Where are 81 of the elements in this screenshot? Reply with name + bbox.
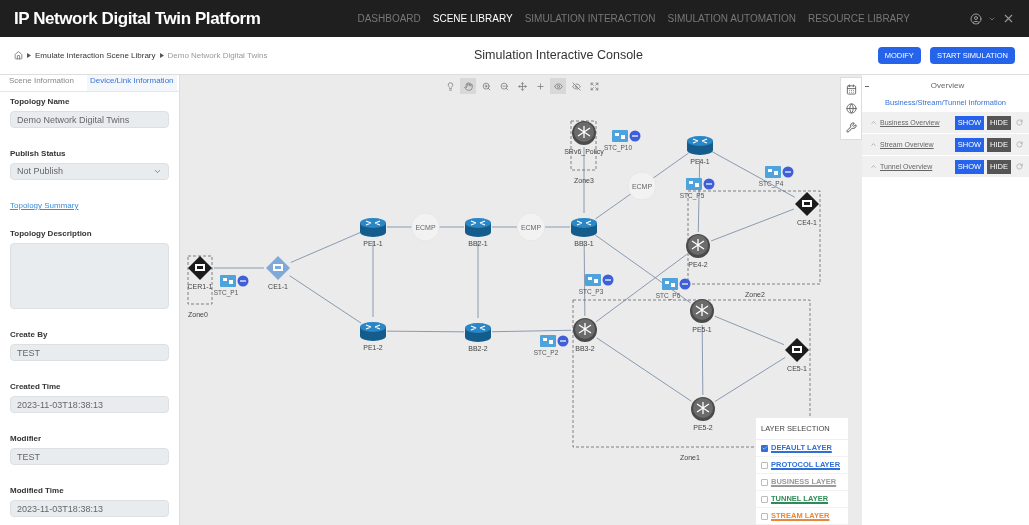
port-icon[interactable] [662,278,678,290]
text-field[interactable]: TEST [10,448,169,465]
router-icon[interactable] [465,323,491,342]
panel-tab[interactable]: Device/Link Information [86,75,177,91]
field-label: Modifier [10,433,43,445]
caret-icon[interactable] [870,141,877,149]
description-field[interactable] [10,243,169,309]
text-field[interactable]: 2023-11-03T18:38:13 [10,500,169,517]
text-field[interactable]: TEST [10,344,169,361]
breadcrumb-link[interactable]: Emulate Interaction Scene Library [35,49,156,62]
layer-checkbox[interactable] [761,461,768,469]
refresh-icon[interactable] [1016,163,1023,171]
panel-title: Overview [929,80,966,92]
status-dropdown[interactable]: Not Publish [10,163,169,180]
switch-icon[interactable] [785,338,809,362]
refresh-icon[interactable] [1016,141,1023,149]
home-icon[interactable] [14,51,23,60]
zone-frame [187,255,213,305]
layer-checkbox[interactable] [761,495,768,503]
remove-icon[interactable] [782,166,794,178]
chevron-down-icon [153,167,162,176]
router-icon[interactable] [691,397,715,421]
layer-checkbox[interactable] [761,444,768,452]
remove-icon[interactable] [679,278,691,290]
field-label: Publish Status [10,148,67,160]
router-icon[interactable] [465,218,491,237]
text-field[interactable]: Demo Network Digital Twins [10,111,169,128]
router-icon[interactable] [690,299,714,323]
nav-tab[interactable]: SIMULATION AUTOMATION [667,11,796,26]
wrench-icon[interactable] [845,122,857,133]
user-icon[interactable] [970,12,982,25]
caret-icon[interactable] [870,119,877,127]
nav-tab[interactable]: RESOURCE LIBRARY [807,11,910,26]
link-line[interactable] [711,151,796,198]
refresh-icon[interactable] [1016,119,1023,127]
router-icon[interactable] [573,318,597,342]
summary-link[interactable]: Topology Summary [10,200,79,212]
breadcrumb-link[interactable]: Demo Network Digital Twins [167,49,268,62]
nav-tab[interactable]: DASHBOARD [357,11,421,26]
text-field[interactable]: 2023-11-03T18:38:13 [10,396,169,413]
caret-icon[interactable] [870,163,877,171]
port-icon[interactable] [220,275,236,287]
port-icon[interactable] [612,130,628,142]
app-title: IP Network Digital Twin Platform [14,7,261,30]
switch-icon[interactable] [795,192,819,216]
port-icon[interactable] [765,166,781,178]
remove-icon[interactable] [629,130,641,142]
close-icon[interactable] [1002,12,1015,25]
field-label: Modified Time [10,485,65,497]
eye-icon[interactable] [550,78,566,94]
calendar-icon[interactable] [845,84,857,95]
topology-canvas[interactable] [180,75,862,525]
router-icon[interactable] [687,136,713,155]
panel-tab[interactable]: Scene Information [6,75,77,91]
router-icon[interactable] [571,218,597,237]
router-icon[interactable] [572,121,596,145]
globe-icon[interactable] [845,103,857,114]
remove-icon[interactable] [557,335,569,347]
switch-icon[interactable] [266,256,290,280]
field-label: Topology Description [10,228,93,240]
nav-tab[interactable]: SCENE LIBRARY [432,11,513,26]
caret-right-icon [27,53,31,58]
layer-checkbox[interactable] [761,478,768,486]
port-icon[interactable] [540,335,556,347]
nav-tab[interactable]: SIMULATION INTERACTION [524,11,656,26]
hand-icon[interactable] [460,78,476,94]
remove-icon[interactable] [602,274,614,286]
field-label: Created Time [10,381,62,393]
layer-checkbox[interactable] [761,512,768,520]
field-label: Topology Name [10,96,71,108]
router-icon[interactable] [360,218,386,237]
router-icon[interactable] [686,234,710,258]
switch-icon[interactable] [188,256,212,280]
field-label: Create By [10,329,49,341]
router-icon[interactable] [360,322,386,341]
port-icon[interactable] [686,178,702,190]
page-title: Simulation Interactive Console [474,47,643,65]
port-icon[interactable] [585,274,601,286]
remove-icon[interactable] [703,178,715,190]
caret-right-icon [159,53,164,58]
remove-icon[interactable] [237,275,249,287]
